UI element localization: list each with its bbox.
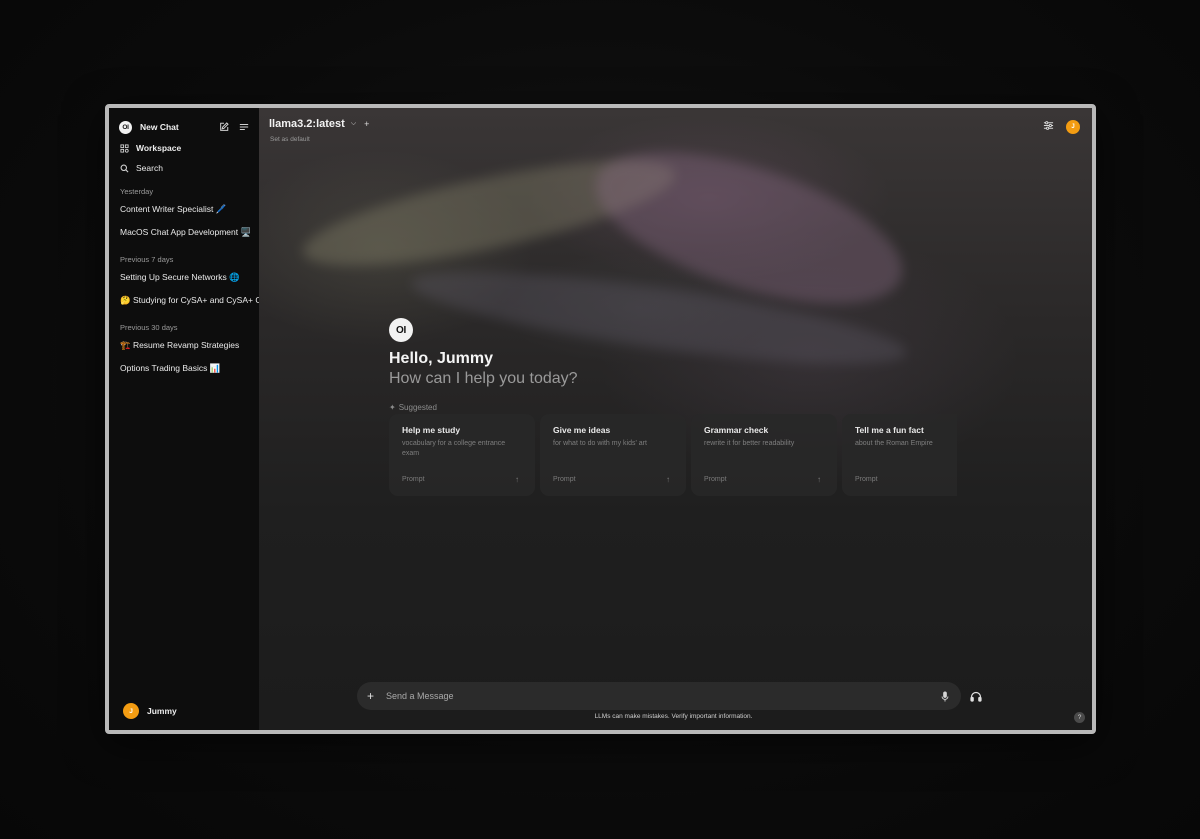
add-model-icon[interactable]: + (364, 119, 369, 129)
workspace-icon (119, 143, 129, 153)
suggestion-cards: Help me study vocabulary for a college e… (389, 414, 957, 498)
attach-plus-icon[interactable]: + (367, 689, 381, 703)
avatar[interactable]: J (1066, 120, 1080, 134)
user-menu[interactable]: J Jummy (123, 703, 177, 719)
chat-history-item[interactable]: 🏗️ Resume Revamp Strategies (109, 334, 259, 357)
model-name[interactable]: llama3.2:latest (269, 118, 345, 130)
app-window: OI New Chat Workspace Search Yesterday C… (105, 104, 1096, 734)
card-title: Help me study (402, 425, 461, 435)
card-subtitle: vocabulary for a college entrance exam (402, 440, 506, 458)
greeting-subtitle: How can I help you today? (389, 370, 578, 387)
card-prompt-label: Prompt (704, 476, 727, 483)
user-name: Jummy (147, 706, 177, 716)
help-icon[interactable]: ? (1074, 712, 1085, 723)
voice-mode-headphones-icon[interactable] (970, 689, 982, 707)
disclaimer-text: LLMs can make mistakes. Verify important… (594, 713, 753, 720)
greeting: OI Hello, Jummy How can I help you today… (389, 318, 578, 412)
suggestion-card[interactable]: Grammar check rewrite it for better read… (691, 414, 837, 496)
card-subtitle: for what to do with my kids' art (553, 440, 647, 447)
set-default-link[interactable]: Set as default (270, 136, 310, 143)
card-title: Grammar check (704, 425, 769, 435)
chevron-down-icon[interactable]: ⌵ (351, 120, 356, 128)
openwebui-logo[interactable]: OI (119, 120, 132, 134)
microphone-icon[interactable] (939, 690, 951, 702)
chat-history-item[interactable]: 🤔 Studying for CySA+ and CySA+ Certifica… (109, 289, 259, 312)
message-input[interactable] (386, 691, 939, 701)
sidebar-header: OI New Chat (109, 116, 259, 138)
suggested-label: ✦ Suggested (389, 403, 578, 412)
arrow-up-icon: ↑ (817, 475, 821, 484)
greeting-title: Hello, Jummy (389, 350, 494, 367)
card-prompt-label: Prompt (855, 476, 878, 483)
card-prompt-label: Prompt (553, 476, 576, 483)
header-controls: J (1043, 118, 1080, 136)
chat-group-label: Yesterday (120, 186, 154, 196)
card-subtitle: rewrite it for better readability (704, 440, 795, 447)
sidebar-item-workspace[interactable]: Workspace (109, 138, 259, 158)
new-chat-label[interactable]: New Chat (140, 122, 211, 132)
menu-icon[interactable] (237, 120, 251, 134)
suggested-text: Suggested (398, 403, 437, 412)
suggestion-card[interactable]: Give me ideas for what to do with my kid… (540, 414, 686, 496)
message-input-bar: + (357, 682, 961, 710)
suggestion-card[interactable]: Tell me a fun fact about the Roman Empir… (842, 414, 957, 496)
card-title: Give me ideas (553, 425, 611, 435)
chat-history-item[interactable]: MacOS Chat App Development 🖥️ (109, 221, 259, 244)
search-icon (119, 163, 129, 173)
workspace-label: Workspace (136, 143, 182, 153)
arrow-up-icon: ↑ (666, 475, 670, 484)
sidebar: OI New Chat Workspace Search Yesterday C… (109, 108, 259, 730)
search-label: Search (136, 163, 163, 173)
sidebar-item-search[interactable]: Search (109, 158, 259, 178)
chat-history-item[interactable]: Content Writer Specialist 🖊️ (109, 198, 259, 221)
avatar: J (123, 703, 139, 719)
chat-history-item[interactable]: Options Trading Basics 📊 (109, 357, 259, 380)
chat-group-label: Previous 7 days (120, 254, 174, 264)
openwebui-logo: OI (389, 318, 413, 342)
new-chat-icon[interactable] (217, 120, 231, 134)
suggestion-card[interactable]: Help me study vocabulary for a college e… (389, 414, 535, 496)
arrow-up-icon: ↑ (515, 475, 519, 484)
model-selector[interactable]: llama3.2:latest ⌵ + (269, 118, 369, 130)
card-prompt-label: Prompt (402, 476, 425, 483)
settings-sliders-icon[interactable] (1043, 118, 1054, 136)
chat-main: llama3.2:latest ⌵ + Set as default J OI … (259, 108, 1092, 730)
chat-history-item[interactable]: Setting Up Secure Networks 🌐 (109, 266, 259, 289)
chat-group-label: Previous 30 days (120, 322, 178, 332)
card-title: Tell me a fun fact (855, 425, 924, 435)
card-subtitle: about the Roman Empire (855, 440, 933, 447)
sparkle-icon: ✦ (389, 403, 396, 412)
